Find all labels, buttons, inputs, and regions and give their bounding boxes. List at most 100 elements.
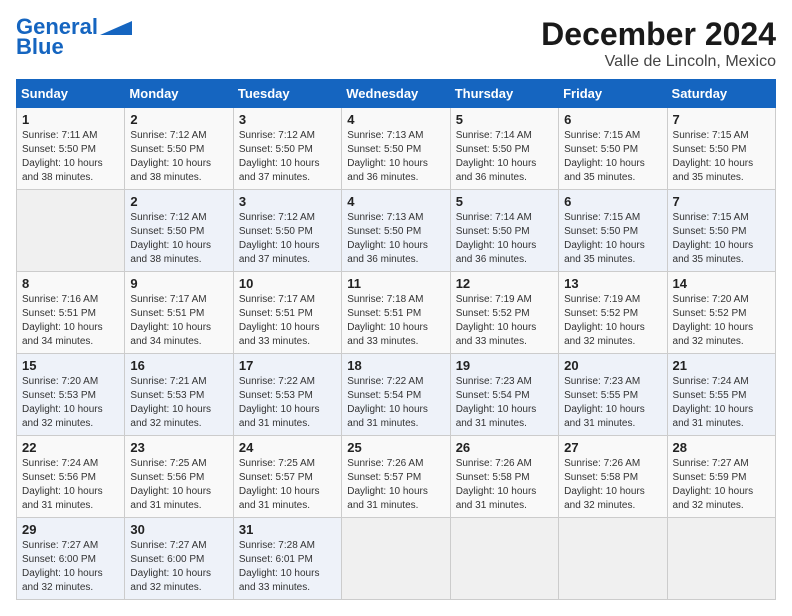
calendar-cell: 23 Sunrise: 7:25 AM Sunset: 5:56 PM Dayli… [125, 436, 233, 518]
day-info: Sunrise: 7:19 AM Sunset: 5:52 PM Dayligh… [456, 293, 553, 349]
calendar-cell: 4Sunrise: 7:13 AM Sunset: 5:50 PM Daylig… [342, 190, 450, 272]
day-number: 6 [564, 194, 661, 209]
day-number: 17 [239, 358, 336, 373]
calendar-cell: 6Sunrise: 7:15 AM Sunset: 5:50 PM Daylig… [559, 108, 667, 190]
calendar-cell: 3 Sunrise: 7:12 AM Sunset: 5:50 PM Daylig… [233, 190, 341, 272]
calendar-cell: 14 Sunrise: 7:20 AM Sunset: 5:52 PM Dayli… [667, 272, 775, 354]
calendar-cell: 5 Sunrise: 7:14 AM Sunset: 5:50 PM Daylig… [450, 108, 558, 190]
day-number: 27 [564, 440, 661, 455]
day-info: Sunrise: 7:20 AM Sunset: 5:52 PM Dayligh… [673, 293, 770, 349]
day-info: Sunrise: 7:26 AM Sunset: 5:58 PM Dayligh… [564, 457, 661, 513]
calendar-cell: 24Sunrise: 7:25 AM Sunset: 5:57 PM Dayli… [233, 436, 341, 518]
calendar-table: Sunday Monday Tuesday Wednesday Thursday… [16, 79, 776, 600]
day-info: Sunrise: 7:25 AM Sunset: 5:57 PM Dayligh… [239, 457, 336, 513]
day-info: Sunrise: 7:18 AM Sunset: 5:51 PM Dayligh… [347, 293, 444, 349]
day-number: 11 [347, 276, 444, 291]
page-header: General Blue December 2024 Valle de Linc… [16, 16, 776, 71]
day-info: Sunrise: 7:12 AM Sunset: 5:50 PM Dayligh… [130, 211, 227, 267]
col-friday: Friday [559, 80, 667, 108]
day-number: 28 [673, 440, 770, 455]
calendar-row: 1Sunrise: 7:11 AM Sunset: 5:50 PM Daylig… [17, 108, 776, 190]
page-subtitle: Valle de Lincoln, Mexico [541, 53, 776, 71]
calendar-cell: 2Sunrise: 7:12 AM Sunset: 5:50 PM Daylig… [125, 108, 233, 190]
title-block: December 2024 Valle de Lincoln, Mexico [541, 16, 776, 71]
calendar-cell: 28 Sunrise: 7:27 AM Sunset: 5:59 PM Dayli… [667, 436, 775, 518]
calendar-cell: 15 Sunrise: 7:20 AM Sunset: 5:53 PM Dayli… [17, 354, 125, 436]
calendar-cell: 3 Sunrise: 7:12 AM Sunset: 5:50 PM Daylig… [233, 108, 341, 190]
day-number: 3 [239, 194, 336, 209]
day-info: Sunrise: 7:15 AM Sunset: 5:50 PM Dayligh… [564, 211, 661, 267]
calendar-cell: 26Sunrise: 7:26 AM Sunset: 5:58 PM Dayli… [450, 436, 558, 518]
day-number: 1 [22, 112, 119, 127]
day-info: Sunrise: 7:27 AM Sunset: 6:00 PM Dayligh… [130, 539, 227, 595]
calendar-cell: 17 Sunrise: 7:22 AM Sunset: 5:53 PM Dayli… [233, 354, 341, 436]
day-info: Sunrise: 7:27 AM Sunset: 6:00 PM Dayligh… [22, 539, 119, 595]
day-number: 5 [456, 112, 553, 127]
day-info: Sunrise: 7:24 AM Sunset: 5:56 PM Dayligh… [22, 457, 119, 513]
day-info: Sunrise: 7:15 AM Sunset: 5:50 PM Dayligh… [673, 211, 770, 267]
calendar-cell: 8 Sunrise: 7:16 AM Sunset: 5:51 PM Daylig… [17, 272, 125, 354]
calendar-cell: 27 Sunrise: 7:26 AM Sunset: 5:58 PM Dayli… [559, 436, 667, 518]
day-info: Sunrise: 7:27 AM Sunset: 5:59 PM Dayligh… [673, 457, 770, 513]
day-info: Sunrise: 7:28 AM Sunset: 6:01 PM Dayligh… [239, 539, 336, 595]
day-info: Sunrise: 7:24 AM Sunset: 5:55 PM Dayligh… [673, 375, 770, 431]
calendar-cell [450, 518, 558, 600]
day-info: Sunrise: 7:23 AM Sunset: 5:54 PM Dayligh… [456, 375, 553, 431]
col-thursday: Thursday [450, 80, 558, 108]
day-info: Sunrise: 7:13 AM Sunset: 5:50 PM Dayligh… [347, 211, 444, 267]
col-sunday: Sunday [17, 80, 125, 108]
day-number: 29 [22, 522, 119, 537]
day-info: Sunrise: 7:12 AM Sunset: 5:50 PM Dayligh… [239, 211, 336, 267]
day-number: 13 [564, 276, 661, 291]
day-info: Sunrise: 7:15 AM Sunset: 5:50 PM Dayligh… [673, 129, 770, 185]
day-info: Sunrise: 7:20 AM Sunset: 5:53 PM Dayligh… [22, 375, 119, 431]
calendar-row: 15 Sunrise: 7:20 AM Sunset: 5:53 PM Dayli… [17, 354, 776, 436]
day-number: 21 [673, 358, 770, 373]
col-wednesday: Wednesday [342, 80, 450, 108]
day-number: 31 [239, 522, 336, 537]
day-info: Sunrise: 7:19 AM Sunset: 5:52 PM Dayligh… [564, 293, 661, 349]
day-info: Sunrise: 7:12 AM Sunset: 5:50 PM Dayligh… [239, 129, 336, 185]
day-number: 26 [456, 440, 553, 455]
day-number: 8 [22, 276, 119, 291]
calendar-cell [17, 190, 125, 272]
logo-blue: Blue [16, 34, 64, 59]
day-number: 12 [456, 276, 553, 291]
calendar-cell: 30Sunrise: 7:27 AM Sunset: 6:00 PM Dayli… [125, 518, 233, 600]
day-number: 3 [239, 112, 336, 127]
day-info: Sunrise: 7:26 AM Sunset: 5:57 PM Dayligh… [347, 457, 444, 513]
day-number: 15 [22, 358, 119, 373]
day-number: 2 [130, 194, 227, 209]
col-tuesday: Tuesday [233, 80, 341, 108]
calendar-row: 8 Sunrise: 7:16 AM Sunset: 5:51 PM Daylig… [17, 272, 776, 354]
calendar-cell: 16Sunrise: 7:21 AM Sunset: 5:53 PM Dayli… [125, 354, 233, 436]
calendar-cell: 5Sunrise: 7:14 AM Sunset: 5:50 PM Daylig… [450, 190, 558, 272]
calendar-header-row: Sunday Monday Tuesday Wednesday Thursday… [17, 80, 776, 108]
calendar-cell: 18Sunrise: 7:22 AM Sunset: 5:54 PM Dayli… [342, 354, 450, 436]
calendar-cell: 29 Sunrise: 7:27 AM Sunset: 6:00 PM Dayli… [17, 518, 125, 600]
calendar-cell: 20Sunrise: 7:23 AM Sunset: 5:55 PM Dayli… [559, 354, 667, 436]
day-number: 22 [22, 440, 119, 455]
day-info: Sunrise: 7:25 AM Sunset: 5:56 PM Dayligh… [130, 457, 227, 513]
day-number: 7 [673, 194, 770, 209]
calendar-cell [559, 518, 667, 600]
day-info: Sunrise: 7:13 AM Sunset: 5:50 PM Dayligh… [347, 129, 444, 185]
day-number: 19 [456, 358, 553, 373]
calendar-cell [342, 518, 450, 600]
day-info: Sunrise: 7:21 AM Sunset: 5:53 PM Dayligh… [130, 375, 227, 431]
calendar-row: 29 Sunrise: 7:27 AM Sunset: 6:00 PM Dayli… [17, 518, 776, 600]
day-info: Sunrise: 7:14 AM Sunset: 5:50 PM Dayligh… [456, 129, 553, 185]
day-info: Sunrise: 7:16 AM Sunset: 5:51 PM Dayligh… [22, 293, 119, 349]
day-number: 23 [130, 440, 227, 455]
day-info: Sunrise: 7:17 AM Sunset: 5:51 PM Dayligh… [239, 293, 336, 349]
calendar-cell: 2 Sunrise: 7:12 AM Sunset: 5:50 PM Daylig… [125, 190, 233, 272]
day-info: Sunrise: 7:15 AM Sunset: 5:50 PM Dayligh… [564, 129, 661, 185]
day-number: 14 [673, 276, 770, 291]
day-number: 18 [347, 358, 444, 373]
calendar-cell: 9Sunrise: 7:17 AM Sunset: 5:51 PM Daylig… [125, 272, 233, 354]
calendar-cell: 31 Sunrise: 7:28 AM Sunset: 6:01 PM Dayli… [233, 518, 341, 600]
day-info: Sunrise: 7:22 AM Sunset: 5:53 PM Dayligh… [239, 375, 336, 431]
calendar-cell: 11 Sunrise: 7:18 AM Sunset: 5:51 PM Dayli… [342, 272, 450, 354]
col-saturday: Saturday [667, 80, 775, 108]
day-info: Sunrise: 7:14 AM Sunset: 5:50 PM Dayligh… [456, 211, 553, 267]
